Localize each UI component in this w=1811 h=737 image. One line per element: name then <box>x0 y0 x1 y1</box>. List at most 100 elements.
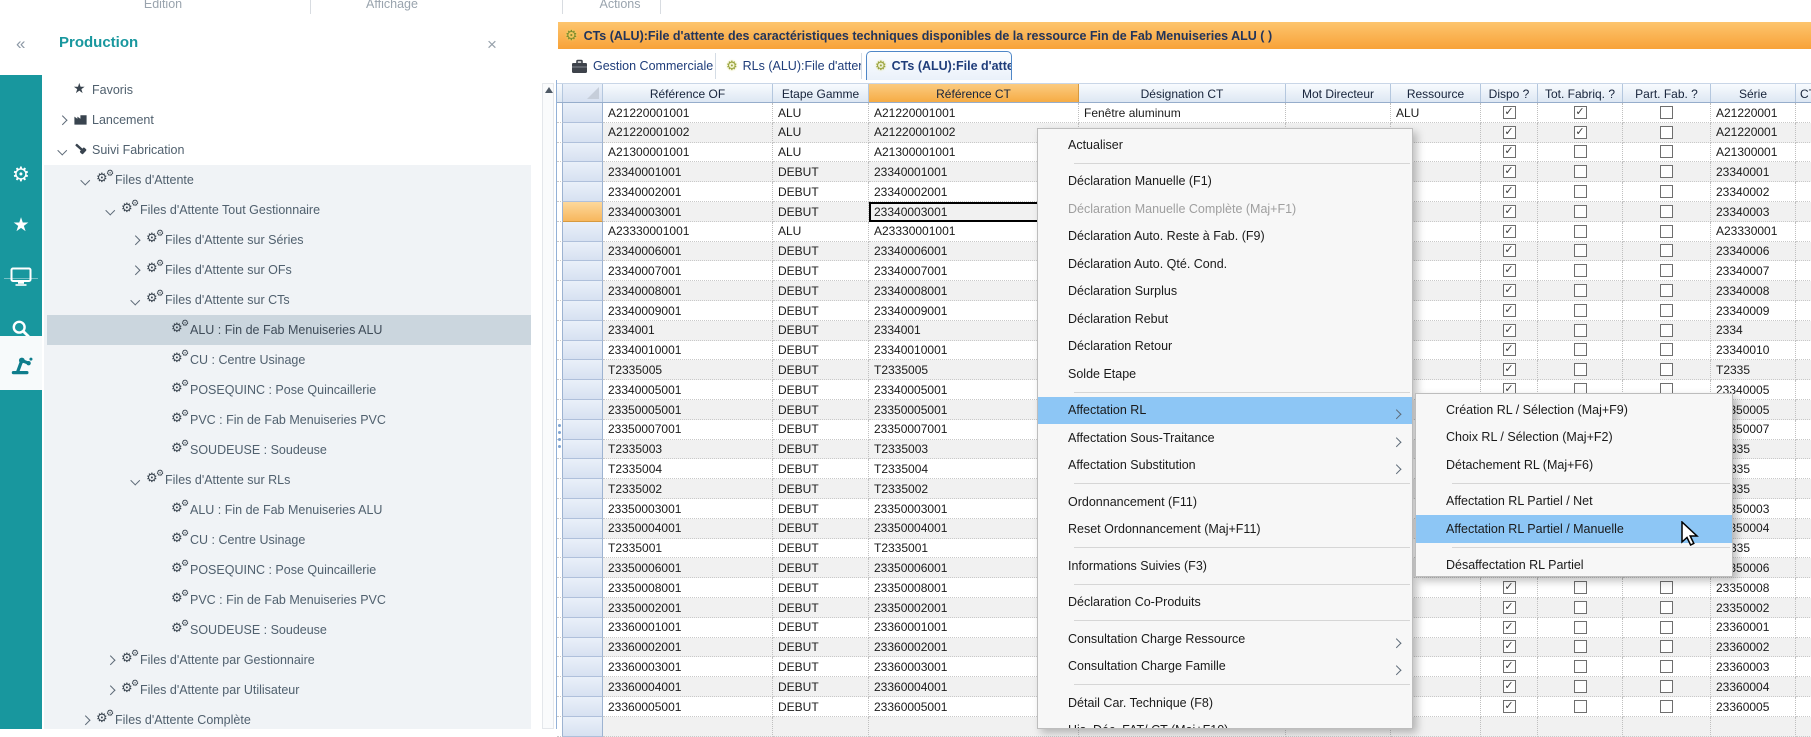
checkbox-cell[interactable] <box>1623 657 1711 677</box>
select-all-corner-cell[interactable] <box>563 84 603 102</box>
checkbox-cell[interactable]: ✓ <box>1481 697 1538 717</box>
cell[interactable] <box>1481 717 1538 737</box>
context-menu-item[interactable]: Consultation Charge Famille <box>1038 653 1412 681</box>
tree-item[interactable]: ⚙⚙Files d'Attente sur OFs <box>47 255 531 285</box>
cell[interactable]: DEBUT <box>773 420 869 440</box>
cell[interactable] <box>1286 103 1391 123</box>
checkbox-checked-icon[interactable]: ✓ <box>1503 343 1516 356</box>
column-header[interactable]: Part. Fab. ? <box>1623 84 1711 102</box>
checkbox-unchecked-icon[interactable] <box>1574 363 1587 376</box>
checkbox-unchecked-icon[interactable] <box>1660 185 1673 198</box>
checkbox-checked-icon[interactable]: ✓ <box>1503 324 1516 337</box>
cell[interactable]: DEBUT <box>773 162 869 182</box>
cell[interactable] <box>1796 519 1811 539</box>
cell-serie[interactable]: 23340006 <box>1711 242 1796 262</box>
cell[interactable]: A21220001001 <box>603 103 773 123</box>
column-header[interactable]: Référence CT <box>869 84 1079 102</box>
row-header[interactable] <box>563 440 603 460</box>
cell[interactable]: DEBUT <box>773 697 869 717</box>
row-header[interactable] <box>563 499 603 519</box>
cell[interactable] <box>1796 598 1811 618</box>
cell[interactable] <box>1796 242 1811 262</box>
cell[interactable]: DEBUT <box>773 261 869 281</box>
tab-cts[interactable]: ⚙CTs (ALU):File d'attent... <box>866 51 1012 80</box>
cell-serie[interactable]: 23360004 <box>1711 677 1796 697</box>
checkbox-cell[interactable] <box>1623 222 1711 242</box>
cell[interactable]: DEBUT <box>773 499 869 519</box>
cell[interactable] <box>1796 578 1811 598</box>
tab-gestion-commerciale[interactable]: Gestion Commerciale ... <box>563 53 716 79</box>
checkbox-unchecked-icon[interactable] <box>1574 244 1587 257</box>
checkbox-cell[interactable] <box>1623 341 1711 361</box>
cell[interactable]: DEBUT <box>773 301 869 321</box>
checkbox-cell[interactable] <box>1538 618 1623 638</box>
checkbox-cell[interactable] <box>1538 677 1623 697</box>
cell[interactable] <box>1796 539 1811 559</box>
cell-serie[interactable]: A23330001 <box>1711 222 1796 242</box>
cell-serie[interactable]: 23360001 <box>1711 618 1796 638</box>
cell[interactable] <box>1796 697 1811 717</box>
tree-item[interactable]: ⚙⚙SOUDEUSE : Soudeuse <box>47 615 531 645</box>
checkbox-unchecked-icon[interactable] <box>1574 581 1587 594</box>
cell-serie[interactable]: A21300001 <box>1711 143 1796 163</box>
row-header[interactable] <box>563 341 603 361</box>
checkbox-unchecked-icon[interactable] <box>1660 205 1673 218</box>
context-menu-item[interactable]: Actualiser <box>1038 131 1412 159</box>
checkbox-cell[interactable] <box>1538 321 1623 341</box>
cell-serie[interactable]: 23360005 <box>1711 697 1796 717</box>
cell[interactable]: DEBUT <box>773 202 869 222</box>
close-panel-icon[interactable]: × <box>487 36 497 53</box>
column-header[interactable]: Référence OF <box>603 84 773 102</box>
checkbox-checked-icon[interactable]: ✓ <box>1503 244 1516 257</box>
submenu-item[interactable]: Création RL / Sélection (Maj+F9) <box>1416 396 1732 424</box>
row-header[interactable] <box>563 420 603 440</box>
cell[interactable]: DEBUT <box>773 598 869 618</box>
splitter-handle[interactable] <box>558 424 561 427</box>
cell[interactable] <box>1711 717 1796 737</box>
cell[interactable]: 23340002001 <box>603 182 773 202</box>
tree-item[interactable]: ⚙⚙Files d'Attente sur Séries <box>47 225 531 255</box>
context-menu-item[interactable]: Affectation Substitution <box>1038 452 1412 480</box>
checkbox-cell[interactable] <box>1623 677 1711 697</box>
cell[interactable]: DEBUT <box>773 242 869 262</box>
cell[interactable]: T2335004 <box>603 459 773 479</box>
checkbox-cell[interactable] <box>1623 360 1711 380</box>
checkbox-unchecked-icon[interactable] <box>1660 225 1673 238</box>
checkbox-cell[interactable] <box>1623 182 1711 202</box>
row-header[interactable] <box>563 717 603 737</box>
checkbox-unchecked-icon[interactable] <box>1660 660 1673 673</box>
cell[interactable] <box>1796 321 1811 341</box>
row-header[interactable] <box>563 360 603 380</box>
checkbox-cell[interactable] <box>1623 301 1711 321</box>
cell-serie[interactable]: 23340008 <box>1711 281 1796 301</box>
cell[interactable]: 23340009001 <box>603 301 773 321</box>
tree-item[interactable]: ⚙⚙CU : Centre Usinage <box>47 345 531 375</box>
cell-serie[interactable]: 23340009 <box>1711 301 1796 321</box>
cell[interactable]: 23350007001 <box>603 420 773 440</box>
context-menu-item[interactable]: Reset Ordonnancement (Maj+F11) <box>1038 516 1412 544</box>
checkbox-cell[interactable] <box>1538 598 1623 618</box>
chevron-right-icon[interactable] <box>103 653 117 667</box>
cell[interactable]: T2335001 <box>603 539 773 559</box>
checkbox-unchecked-icon[interactable] <box>1660 343 1673 356</box>
checkbox-unchecked-icon[interactable] <box>1660 244 1673 257</box>
cell[interactable]: DEBUT <box>773 440 869 460</box>
tree-item[interactable]: ⚙⚙Files d'Attente Tout Gestionnaire <box>47 195 531 225</box>
cell[interactable]: 23340005001 <box>603 380 773 400</box>
tree-item[interactable]: Lancement <box>47 105 531 135</box>
cell[interactable] <box>1796 638 1811 658</box>
column-header[interactable]: Désignation CT <box>1079 84 1286 102</box>
checkbox-cell[interactable]: ✓ <box>1481 657 1538 677</box>
checkbox-unchecked-icon[interactable] <box>1574 324 1587 337</box>
cell[interactable] <box>1796 677 1811 697</box>
checkbox-unchecked-icon[interactable] <box>1574 343 1587 356</box>
checkbox-checked-icon[interactable]: ✓ <box>1503 165 1516 178</box>
cell[interactable]: A21300001001 <box>603 143 773 163</box>
cell[interactable]: 23340006001 <box>603 242 773 262</box>
cell-serie[interactable]: A21220001 <box>1711 103 1796 123</box>
checkbox-cell[interactable]: ✓ <box>1481 103 1538 123</box>
cell-serie[interactable]: 23360002 <box>1711 638 1796 658</box>
checkbox-unchecked-icon[interactable] <box>1574 284 1587 297</box>
cell[interactable]: DEBUT <box>773 578 869 598</box>
checkbox-cell[interactable]: ✓ <box>1481 123 1538 143</box>
